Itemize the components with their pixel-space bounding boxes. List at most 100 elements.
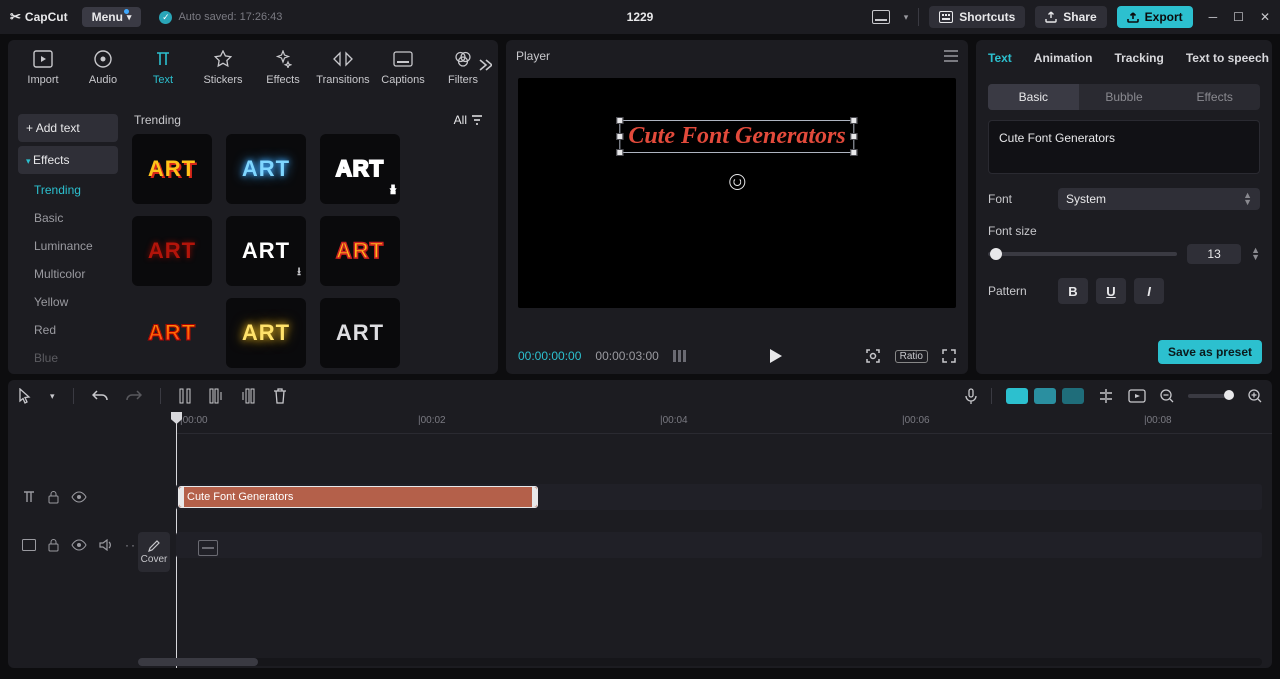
font-size-slider[interactable] — [988, 252, 1177, 256]
split-right-icon[interactable] — [241, 388, 255, 404]
slider-knob[interactable] — [1224, 390, 1234, 400]
rotate-handle-icon[interactable] — [729, 174, 745, 190]
time-ruler[interactable]: |00:00 |00:02 |00:04 |00:06 |00:08 — [176, 412, 1272, 434]
text-effect-thumb[interactable]: ART — [320, 298, 400, 368]
resize-handle[interactable] — [851, 133, 858, 140]
tab-transitions[interactable]: Transitions — [314, 48, 372, 86]
empty-media-placeholder-icon[interactable] — [198, 540, 218, 556]
zoom-slider[interactable] — [1188, 394, 1234, 398]
font-select[interactable]: System ▲▼ — [1058, 188, 1260, 210]
tab-text-props[interactable]: Text — [988, 51, 1012, 65]
text-effect-thumb[interactable]: ART — [132, 134, 212, 204]
align-icon[interactable] — [1098, 389, 1114, 403]
stepper-icon[interactable]: ▲▼ — [1251, 247, 1260, 261]
cover-button[interactable]: Cover — [138, 532, 170, 572]
subcat-blue[interactable]: Blue — [18, 346, 118, 370]
text-effect-thumb[interactable]: ART — [132, 216, 212, 286]
download-icon[interactable]: ⭳ — [391, 181, 396, 200]
close-button[interactable]: ✕ — [1260, 10, 1270, 24]
eye-icon[interactable] — [71, 539, 87, 551]
project-title[interactable]: 1229 — [627, 10, 654, 24]
delete-button[interactable] — [273, 388, 287, 404]
bold-button[interactable]: B — [1058, 278, 1088, 304]
text-effect-thumb[interactable]: ART⭳ — [320, 134, 400, 204]
shortcuts-button[interactable]: Shortcuts — [929, 6, 1025, 28]
menu-button[interactable]: Menu ▾ — [82, 7, 142, 27]
scrollbar-thumb[interactable] — [138, 658, 258, 666]
eye-icon[interactable] — [71, 491, 87, 503]
subcat-yellow[interactable]: Yellow — [18, 290, 118, 314]
subtab-basic[interactable]: Basic — [988, 84, 1079, 110]
save-as-preset-button[interactable]: Save as preset — [1158, 340, 1262, 364]
subcat-basic[interactable]: Basic — [18, 206, 118, 230]
ratio-button[interactable]: Ratio — [895, 350, 928, 363]
font-size-value[interactable]: 13 — [1187, 244, 1241, 264]
timeline-scrollbar[interactable] — [138, 658, 1262, 666]
filter-all-button[interactable]: All — [453, 112, 484, 128]
tab-text-to-speech[interactable]: Text to speech — [1186, 51, 1269, 65]
resize-handle[interactable] — [851, 149, 858, 156]
text-effect-thumb[interactable]: ART — [226, 134, 306, 204]
minimize-button[interactable]: ─ — [1209, 10, 1218, 24]
tab-audio[interactable]: Audio — [74, 48, 132, 86]
tab-stickers[interactable]: Stickers — [194, 48, 252, 86]
export-button[interactable]: Export — [1117, 6, 1193, 28]
share-button[interactable]: Share — [1035, 6, 1106, 28]
underline-button[interactable]: U — [1096, 278, 1126, 304]
columns-icon[interactable] — [673, 350, 687, 362]
effects-category[interactable]: Effects — [18, 146, 118, 174]
magnet-medium-button[interactable] — [1034, 388, 1056, 404]
video-stage[interactable]: Cute Font Generators — [518, 78, 956, 308]
add-text-button[interactable]: Add text — [18, 114, 118, 142]
track-lane[interactable]: Cute Font Generators — [176, 484, 1262, 510]
preview-icon[interactable] — [1128, 389, 1146, 403]
split-left-icon[interactable] — [209, 388, 223, 404]
tab-tracking[interactable]: Tracking — [1114, 51, 1163, 65]
text-clip[interactable]: Cute Font Generators — [178, 486, 538, 508]
player-menu-icon[interactable] — [944, 50, 958, 62]
resize-handle[interactable] — [851, 117, 858, 124]
undo-button[interactable] — [92, 389, 108, 403]
text-effect-thumb[interactable]: ART — [226, 298, 306, 368]
more-tabs-button[interactable] — [476, 58, 492, 72]
chevron-down-icon[interactable]: ▾ — [904, 12, 909, 23]
subtab-effects[interactable]: Effects — [1169, 84, 1260, 110]
track-lane[interactable] — [176, 532, 1262, 558]
text-effect-thumb[interactable]: ART⭳ — [226, 216, 306, 286]
text-overlay[interactable]: Cute Font Generators — [619, 120, 854, 153]
italic-button[interactable]: I — [1134, 278, 1164, 304]
tab-import[interactable]: Import — [14, 48, 72, 86]
text-effect-thumb[interactable]: ART — [132, 298, 212, 368]
magnet-weak-button[interactable] — [1062, 388, 1084, 404]
zoom-out-icon[interactable] — [1160, 389, 1174, 403]
tab-captions[interactable]: Captions — [374, 48, 432, 86]
text-content-input[interactable]: Cute Font Generators — [988, 120, 1260, 174]
fullscreen-icon[interactable] — [942, 349, 956, 363]
microphone-icon[interactable] — [965, 388, 977, 404]
resize-handle[interactable] — [616, 149, 623, 156]
slider-knob[interactable] — [990, 248, 1002, 260]
subcat-red[interactable]: Red — [18, 318, 118, 342]
lock-icon[interactable] — [48, 539, 59, 552]
chevron-down-icon[interactable]: ▾ — [50, 391, 55, 402]
scan-icon[interactable] — [865, 348, 881, 364]
subcat-trending[interactable]: Trending — [18, 178, 118, 202]
subtab-bubble[interactable]: Bubble — [1079, 84, 1170, 110]
zoom-in-icon[interactable] — [1248, 389, 1262, 403]
lock-icon[interactable] — [48, 491, 59, 504]
split-icon[interactable] — [179, 388, 191, 404]
maximize-button[interactable]: ☐ — [1233, 10, 1244, 24]
subcat-luminance[interactable]: Luminance — [18, 234, 118, 258]
resize-handle[interactable] — [616, 133, 623, 140]
tab-text[interactable]: Text — [134, 48, 192, 86]
download-icon[interactable]: ⭳ — [297, 263, 302, 282]
play-button[interactable] — [769, 348, 783, 364]
text-effect-thumb[interactable]: ART — [320, 216, 400, 286]
selection-tool-icon[interactable] — [18, 388, 32, 404]
magnet-strong-button[interactable] — [1006, 388, 1028, 404]
resize-handle[interactable] — [616, 117, 623, 124]
layout-icon[interactable] — [868, 6, 894, 28]
mute-icon[interactable] — [99, 539, 113, 551]
tab-animation[interactable]: Animation — [1034, 51, 1093, 65]
tab-effects[interactable]: Effects — [254, 48, 312, 86]
